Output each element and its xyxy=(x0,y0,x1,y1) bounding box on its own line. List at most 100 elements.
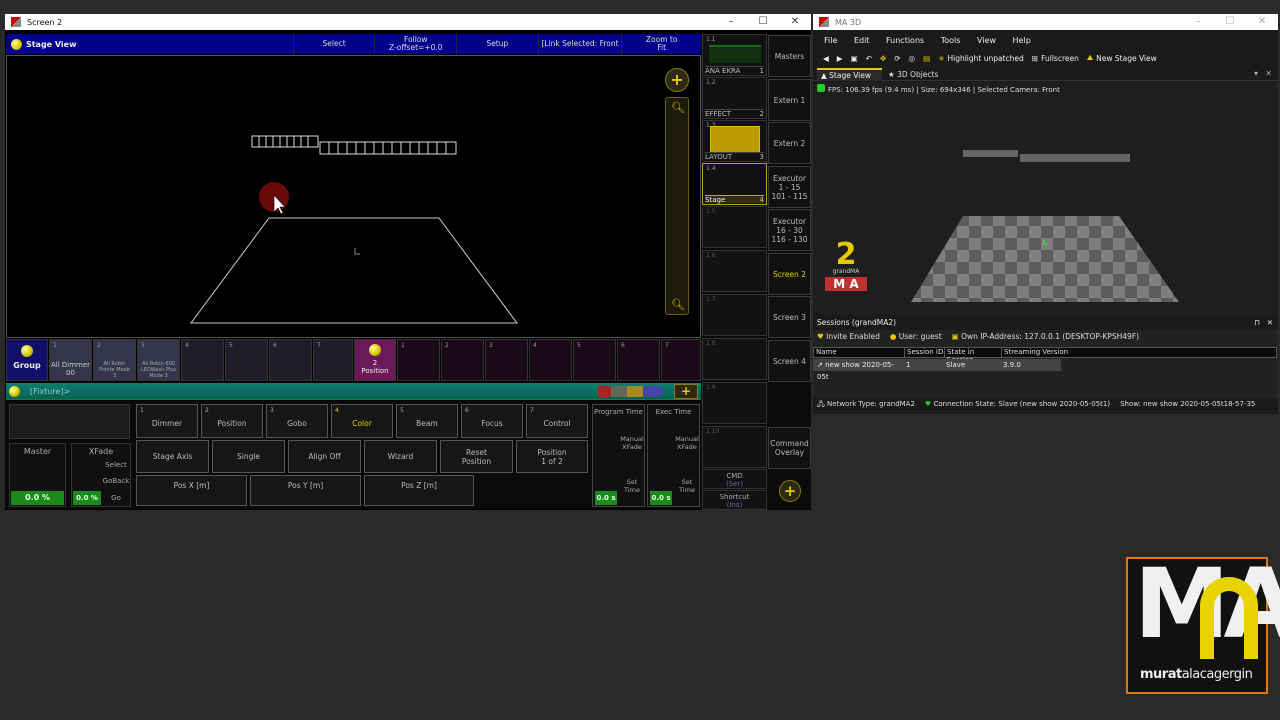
stage-axis-button[interactable]: Stage Axis xyxy=(136,440,209,473)
group-item-6[interactable]: 6 xyxy=(269,339,312,381)
target-icon[interactable]: ◎ xyxy=(909,54,916,63)
follow-button[interactable]: Follow Z-offset=+0.0 xyxy=(374,34,456,54)
shortcut-button[interactable]: Shortcut (Ins) xyxy=(702,490,767,510)
executor-page-1-button[interactable]: Executor 1 - 15 101 - 115 xyxy=(768,166,811,208)
pin-icon[interactable]: ⊓ xyxy=(1254,316,1260,330)
encoder-pos-y[interactable]: Pos Y [m] xyxy=(250,475,361,506)
xfade-fader[interactable]: XFade 0.0 % Select GoBack Go xyxy=(71,443,131,507)
move-icon[interactable]: ✥ xyxy=(880,54,886,63)
executor-7[interactable]: 1.7 xyxy=(702,294,767,336)
undo-icon[interactable]: ↶ xyxy=(866,54,872,63)
masters-button[interactable]: Masters xyxy=(768,35,811,77)
rotate-icon[interactable]: ⟳ xyxy=(894,54,900,63)
preset-dimmer[interactable]: 1 Dimmer xyxy=(136,404,198,438)
screen-3-button[interactable]: Screen 3 xyxy=(768,296,811,338)
position-page-button[interactable]: Position 1 of 2 xyxy=(516,440,588,473)
link-selected-button[interactable]: [Link Selected: Front xyxy=(537,34,622,54)
executor-5[interactable]: 1.5 xyxy=(702,206,767,248)
preset-control[interactable]: 7 Control xyxy=(526,404,588,438)
sessions-close-icon[interactable]: ✕ xyxy=(1267,316,1273,330)
position-item-4[interactable]: 4 xyxy=(529,339,572,381)
menu-file[interactable]: File xyxy=(824,36,837,45)
group-item-2[interactable]: 2 All Robin Pointe Mode 3 xyxy=(93,339,136,381)
position-pool-header[interactable]: 2 Position xyxy=(354,339,396,381)
menu-view[interactable]: View xyxy=(977,36,996,45)
minimize-button[interactable]: – xyxy=(715,14,747,30)
group-item-5[interactable]: 5 xyxy=(225,339,268,381)
ma3d-viewport[interactable]: FPS: 106.39 fps (9.4 ms) | Size: 694x346… xyxy=(813,82,1278,314)
tab-close-icon[interactable]: ✕ xyxy=(1265,69,1272,78)
goback-button[interactable]: GoBack xyxy=(102,477,130,485)
add-view-button[interactable]: + xyxy=(665,68,689,92)
ma3d-close-button[interactable]: ✕ xyxy=(1246,14,1278,30)
ma3d-minimize-button[interactable]: – xyxy=(1182,14,1214,30)
preset-gobo[interactable]: 3 Gobo xyxy=(266,404,328,438)
exec-time-fader[interactable]: Exec Time Manual XFade Set Time 0.0 s xyxy=(647,404,700,507)
wizard-button[interactable]: Wizard xyxy=(364,440,437,473)
tab-stage-view[interactable]: ▲ Stage View xyxy=(817,68,882,81)
new-stage-view-button[interactable]: New Stage View xyxy=(1096,54,1157,63)
encoder-pos-x[interactable]: Pos X [m] xyxy=(136,475,247,506)
executor-page-2-button[interactable]: Executor 16 - 30 116 - 130 xyxy=(768,209,811,251)
position-item-3[interactable]: 3 xyxy=(485,339,528,381)
menu-tools[interactable]: Tools xyxy=(941,36,961,45)
fullscreen-button[interactable]: Fullscreen xyxy=(1041,54,1079,63)
position-item-7[interactable]: 7 xyxy=(661,339,701,381)
preset-beam[interactable]: 5 Beam xyxy=(396,404,458,438)
screen-4-button[interactable]: Screen 4 xyxy=(768,340,811,382)
close-button[interactable]: ✕ xyxy=(779,14,811,30)
group-item-7[interactable]: 7 xyxy=(313,339,353,381)
screen-2-button[interactable]: Screen 2 xyxy=(768,253,811,295)
executor-10[interactable]: 1.10 xyxy=(702,426,767,468)
save-icon[interactable]: ▣ xyxy=(851,54,858,63)
zoom-in-icon[interactable]: 🔍︎ xyxy=(671,101,685,114)
position-item-2[interactable]: 2 xyxy=(441,339,484,381)
align-off-button[interactable]: Align Off xyxy=(288,440,361,473)
menu-edit[interactable]: Edit xyxy=(854,36,870,45)
cmd-button[interactable]: CMD (Ser) xyxy=(702,469,767,489)
setup-button[interactable]: Setup xyxy=(456,34,538,54)
executor-8[interactable]: 1.8 xyxy=(702,338,767,380)
session-row[interactable]: ↗ new show 2020-05-05t 1 Slave 3.9.0 xyxy=(813,359,1061,381)
command-line[interactable]: [Fixture]> + xyxy=(6,383,701,400)
zoom-slider[interactable]: 🔍︎ 🔍︎ xyxy=(665,97,689,315)
preset-focus[interactable]: 6 Focus xyxy=(461,404,523,438)
add-button[interactable]: + xyxy=(779,480,801,502)
preset-position[interactable]: 2 Position xyxy=(201,404,263,438)
highlight-unpatched-button[interactable]: Highlight unpatched xyxy=(947,54,1023,63)
forward-icon[interactable]: ▶ xyxy=(837,54,843,63)
executor-1[interactable]: 1.1 ANA EKRA 1 xyxy=(702,34,767,76)
group-item-3[interactable]: 3 All Robin 600 LEDWash Plus Mode 3 xyxy=(137,339,180,381)
encoder-pos-z[interactable]: Pos Z [m] xyxy=(364,475,474,506)
stage-viewport[interactable]: + 🔍︎ 🔍︎ xyxy=(6,55,701,338)
extern-2-button[interactable]: Extern 2 xyxy=(768,122,811,164)
select-button[interactable]: Select xyxy=(102,461,130,469)
position-item-1[interactable]: 1 xyxy=(397,339,440,381)
ma3d-maximize-button[interactable]: ☐ xyxy=(1214,14,1246,30)
group-item-1[interactable]: 1 All Dimmer 00 xyxy=(49,339,92,381)
zoom-to-fit-button[interactable]: Zoom to Fit xyxy=(621,34,701,54)
position-item-6[interactable]: 6 xyxy=(617,339,660,381)
tab-3d-objects[interactable]: ★ 3D Objects xyxy=(884,68,944,81)
executor-2[interactable]: 1.2 EFFECT 2 xyxy=(702,77,767,119)
command-overlay-button[interactable]: Command Overlay xyxy=(768,427,811,469)
executor-4[interactable]: 1.4 Stage 4 xyxy=(702,163,767,205)
menu-functions[interactable]: Functions xyxy=(886,36,924,45)
maximize-button[interactable]: ☐ xyxy=(747,14,779,30)
group-item-4[interactable]: 4 xyxy=(181,339,224,381)
preset-color[interactable]: 4 Color xyxy=(331,404,393,438)
back-icon[interactable]: ◀ xyxy=(823,54,829,63)
single-button[interactable]: Single xyxy=(212,440,285,473)
menu-help[interactable]: Help xyxy=(1013,36,1031,45)
tab-dropdown-icon[interactable]: ▾ xyxy=(1254,69,1258,78)
master-fader[interactable]: Master 0.0 % xyxy=(9,443,66,507)
zoom-out-icon[interactable]: 🔍︎ xyxy=(671,298,685,311)
position-item-5[interactable]: 5 xyxy=(573,339,616,381)
executor-3[interactable]: 1.3 LAYOUT3 xyxy=(702,120,767,162)
add-command-button[interactable]: + xyxy=(674,384,698,399)
executor-9[interactable]: 1.9 xyxy=(702,382,767,424)
extern-1-button[interactable]: Extern 1 xyxy=(768,79,811,121)
group-pool-header[interactable]: Group xyxy=(6,339,48,381)
executor-6[interactable]: 1.6 xyxy=(702,250,767,292)
reset-position-button[interactable]: Reset Position xyxy=(440,440,513,473)
